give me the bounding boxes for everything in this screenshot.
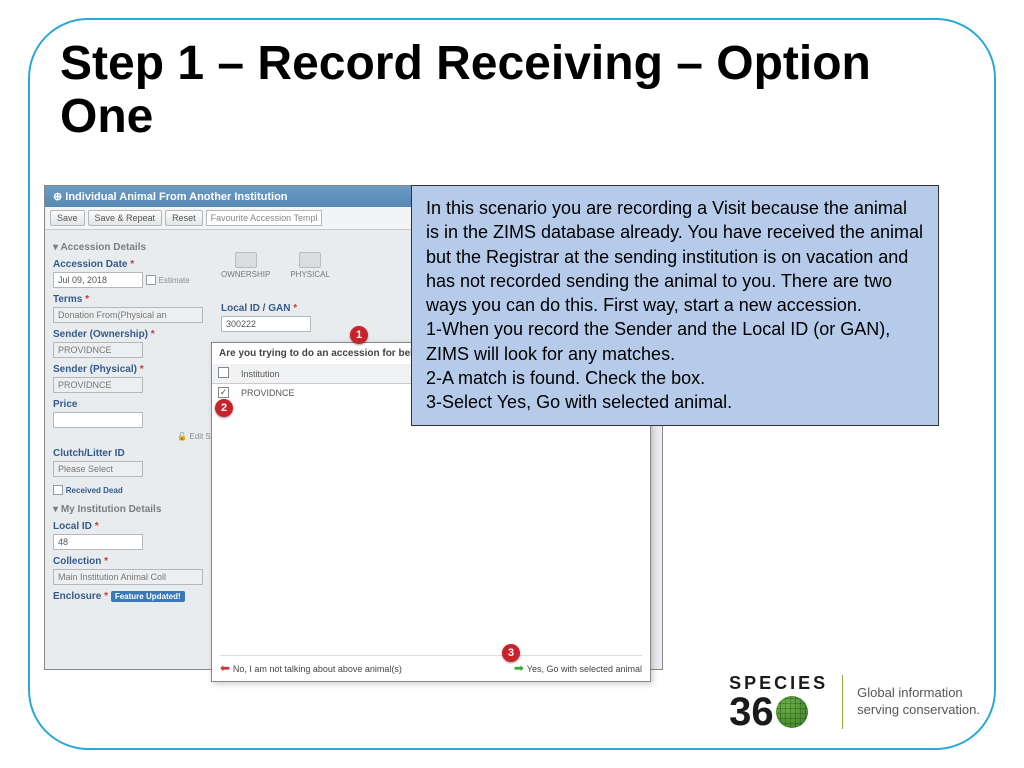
row-checkbox[interactable]: ✓ — [218, 387, 229, 398]
edit-st-link[interactable]: 🔓 Edit St — [177, 432, 213, 441]
section-accession: ▾ Accession Details — [53, 242, 213, 253]
label-terms: Terms * — [53, 294, 213, 305]
label-sender-physical: Sender (Physical) * — [53, 364, 213, 375]
sender-ownership-input[interactable]: PROVIDNCE — [53, 342, 143, 358]
reset-button[interactable]: Reset — [165, 210, 203, 226]
feature-badge: Feature Updated! — [111, 591, 185, 602]
instruction-callout: In this scenario you are recording a Vis… — [411, 185, 939, 426]
fav-template-select[interactable]: Favourite Accession Templ — [206, 210, 323, 226]
local-id-gan-input[interactable]: 300222 — [221, 316, 311, 332]
estimate-checkbox[interactable] — [146, 275, 156, 285]
badge-1: 1 — [350, 326, 368, 344]
brand-tagline: Global information serving conservation. — [857, 685, 980, 719]
label-clutch: Clutch/Litter ID — [53, 448, 213, 459]
globe-icon — [776, 696, 808, 728]
save-button[interactable]: Save — [50, 210, 85, 226]
label-sender-ownership: Sender (Ownership) * — [53, 329, 213, 340]
accession-date-input[interactable]: Jul 09, 2018 — [53, 272, 143, 288]
slide-title: Step 1 – Record Receiving – Option One — [60, 38, 910, 144]
no-button[interactable]: ⬅ No, I am not talking about above anima… — [220, 661, 402, 675]
ownership-icon: OWNERSHIP — [221, 252, 270, 279]
header-checkbox[interactable] — [218, 367, 229, 378]
clutch-select[interactable]: Please Select — [53, 461, 143, 477]
section-myinst: ▾ My Institution Details — [53, 504, 213, 515]
physical-icon: PHYSICAL — [290, 252, 330, 279]
received-dead-checkbox[interactable] — [53, 485, 63, 495]
label-received-dead: Received Dead — [66, 486, 123, 495]
label-collection: Collection * — [53, 556, 213, 567]
callout-text: In this scenario you are recording a Vis… — [426, 198, 923, 412]
row-institution: PROVIDNCE — [235, 384, 410, 402]
local-id2-input[interactable]: 48 — [53, 534, 143, 550]
yes-button[interactable]: ➡ Yes, Go with selected animal — [514, 661, 642, 675]
label-local-id2: Local ID * — [53, 521, 213, 532]
badge-2: 2 — [215, 399, 233, 417]
price-input[interactable] — [53, 412, 143, 428]
sender-physical-input[interactable]: PROVIDNCE — [53, 377, 143, 393]
collection-select[interactable]: Main Institution Animal Coll — [53, 569, 203, 585]
terms-select[interactable]: Donation From(Physical an — [53, 307, 203, 323]
label-enclosure: Enclosure * Feature Updated! — [53, 591, 213, 602]
col-institution: Institution — [235, 364, 410, 384]
brand-divider — [842, 675, 843, 729]
badge-3: 3 — [502, 644, 520, 662]
label-price: Price — [53, 399, 213, 410]
brand-logo: SPECIES 3 6 Global information serving c… — [729, 673, 980, 730]
label-estimate: Estimate — [159, 276, 190, 285]
save-repeat-button[interactable]: Save & Repeat — [88, 210, 163, 226]
label-accession-date: Accession Date * — [53, 259, 213, 270]
